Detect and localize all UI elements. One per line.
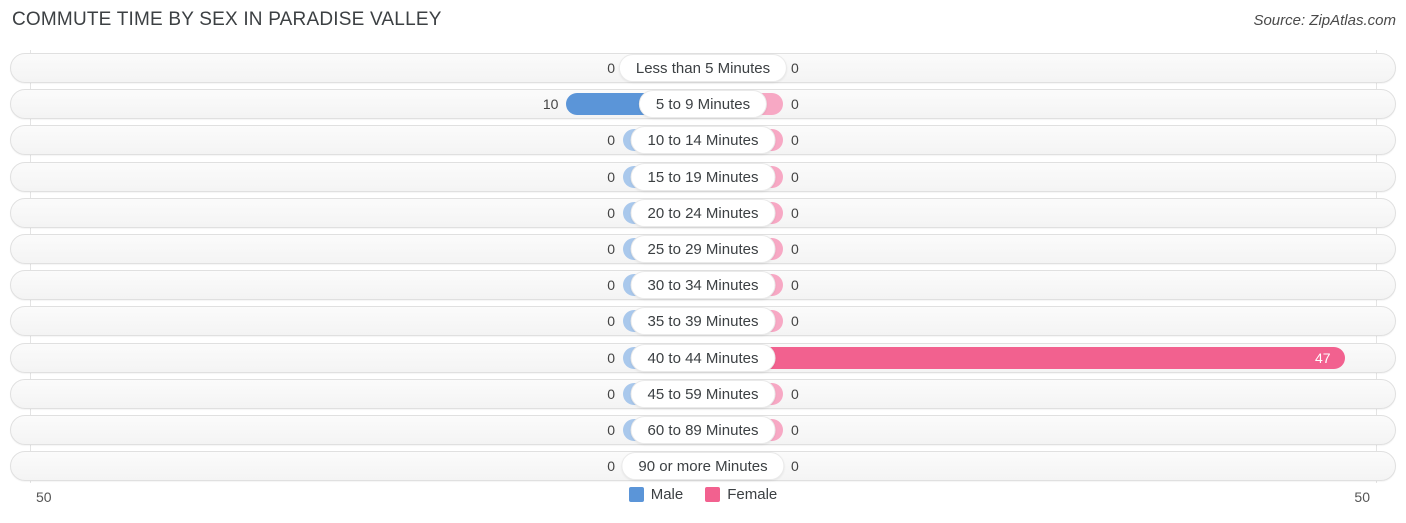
male-value-label: 0	[607, 204, 615, 221]
male-value-label: 0	[607, 458, 615, 475]
female-value-label: 0	[791, 204, 799, 221]
plot-area: 0 0 Less than 5 Minutes 10 0 5 to 9 Minutes 0 0…	[0, 50, 1406, 483]
female-value-label: 47	[1315, 349, 1331, 366]
chart-row: 0 0 20 to 24 Minutes	[10, 197, 1396, 228]
chart-legend: Male Female	[0, 486, 1406, 503]
female-value-label: 0	[791, 422, 799, 438]
male-color-swatch	[628, 487, 644, 502]
female-value-label: 0	[791, 168, 799, 185]
female-value-label: 0	[791, 96, 799, 113]
male-value-label: 0	[607, 313, 615, 330]
male-value-label: 0	[607, 168, 615, 185]
source-attribution: Source: ZipAtlas.com	[1253, 12, 1396, 29]
female-value-label: 0	[791, 241, 799, 257]
chart-row: 0 0 30 to 34 Minutes	[10, 270, 1396, 301]
female-value-label: 0	[791, 313, 799, 330]
female-value-label: 0	[791, 132, 799, 149]
category-label: 90 or more Minutes	[621, 452, 785, 481]
category-label: 5 to 9 Minutes	[638, 90, 768, 119]
legend-item-female[interactable]: Female	[705, 486, 777, 503]
chart-row: 0 0 10 to 14 Minutes	[10, 125, 1396, 156]
legend-label-male: Male	[650, 486, 684, 503]
male-value-label: 0	[607, 60, 615, 76]
category-label: Less than 5 Minutes	[618, 54, 788, 82]
female-value-label: 0	[791, 385, 799, 402]
page-title: COMMUTE TIME BY SEX IN PARADISE VALLEY	[12, 9, 442, 30]
chart-row: 0 0 45 to 59 Minutes	[10, 378, 1396, 409]
male-value-label: 0	[607, 132, 615, 149]
male-value-label: 10	[542, 96, 559, 113]
female-value-label: 0	[791, 60, 799, 76]
female-value-label: 0	[791, 458, 799, 475]
category-label: 30 to 34 Minutes	[630, 271, 776, 300]
legend-label-female: Female	[727, 486, 778, 503]
female-color-swatch	[705, 487, 721, 502]
chart-row: 0 0 60 to 89 Minutes	[10, 415, 1396, 445]
male-value-label: 0	[607, 241, 615, 257]
male-value-label: 0	[607, 385, 615, 402]
category-label: 45 to 59 Minutes	[630, 379, 776, 408]
chart-row: 0 47 40 to 44 Minutes	[10, 342, 1396, 373]
category-label: 60 to 89 Minutes	[630, 416, 776, 444]
legend-item-male[interactable]: Male	[628, 486, 684, 503]
category-label: 20 to 24 Minutes	[630, 198, 776, 227]
category-label: 25 to 29 Minutes	[630, 235, 776, 263]
female-bar[interactable]	[703, 346, 1346, 369]
chart-row: 0 0 Less than 5 Minutes	[10, 53, 1396, 83]
female-value-label: 0	[791, 277, 799, 294]
male-value-label: 0	[607, 277, 615, 294]
category-label: 40 to 44 Minutes	[630, 343, 776, 372]
male-value-label: 0	[607, 349, 615, 366]
commute-time-chart: COMMUTE TIME BY SEX IN PARADISE VALLEY S…	[0, 0, 1406, 523]
chart-row: 0 0 25 to 29 Minutes	[10, 234, 1396, 264]
chart-row: 0 0 35 to 39 Minutes	[10, 306, 1396, 337]
male-value-label: 0	[607, 422, 615, 438]
chart-row: 0 0 90 or more Minutes	[10, 451, 1396, 482]
chart-row: 10 0 5 to 9 Minutes	[10, 89, 1396, 120]
category-label: 10 to 14 Minutes	[630, 126, 776, 155]
category-label: 15 to 19 Minutes	[630, 162, 776, 191]
category-label: 35 to 39 Minutes	[630, 307, 776, 336]
chart-row: 0 0 15 to 19 Minutes	[10, 161, 1396, 192]
